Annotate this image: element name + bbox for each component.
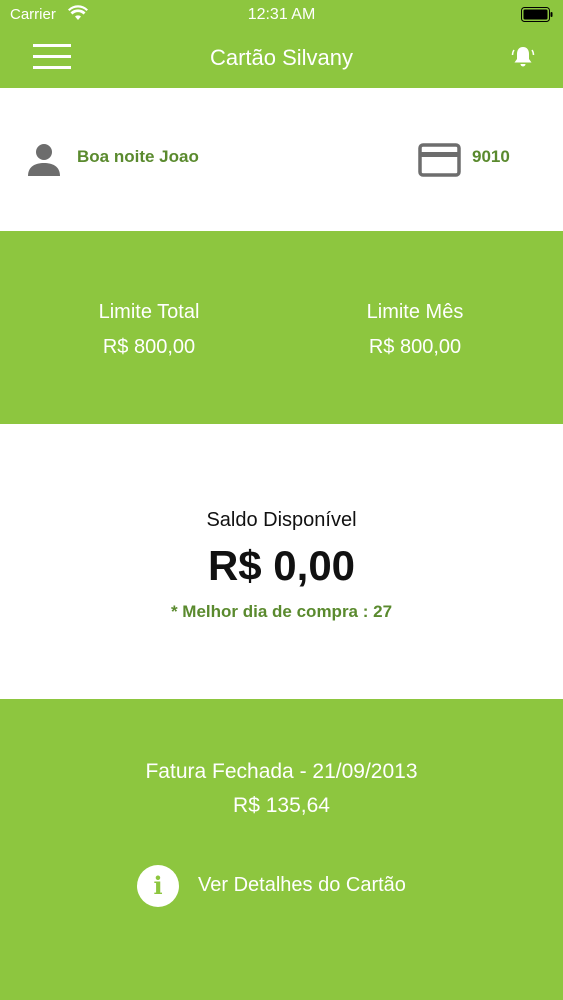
total-limit-value: R$ 800,00: [102, 336, 196, 358]
best-purchase-day: * Melhor dia de compra : 27: [170, 602, 393, 621]
balance-amount: R$ 0,00: [207, 542, 356, 589]
card-number: 9010: [472, 147, 510, 166]
info-icon: i: [137, 865, 179, 907]
credit-card-icon: [418, 143, 461, 182]
user-section: Boa noite Joao 9010: [0, 88, 563, 231]
battery-icon: [521, 7, 553, 26]
invoice-label: Fatura Fechada - 21/09/2013: [145, 760, 418, 783]
status-time: 12:31 AM: [247, 6, 316, 23]
nav-bar: Cartão Silvany: [0, 30, 563, 88]
invoice-amount: R$ 135,64: [233, 794, 330, 817]
page-title: Cartão Silvany: [209, 45, 354, 70]
bell-icon: [511, 47, 535, 67]
month-limit: Limite Mês R$ 800,00: [274, 301, 556, 359]
limits-section: Limite Total R$ 800,00 Limite Mês R$ 800…: [0, 231, 563, 424]
month-limit-value: R$ 800,00: [368, 336, 462, 358]
card-details-label: Ver Detalhes do Cartão: [198, 874, 406, 896]
greeting-text: Boa noite Joao: [77, 147, 199, 166]
balance-section: Saldo Disponível R$ 0,00 * Melhor dia de…: [0, 424, 563, 699]
month-limit-label: Limite Mês: [366, 301, 464, 323]
person-icon: [26, 142, 62, 183]
total-limit-label: Limite Total: [98, 301, 200, 323]
status-bar: Carrier 12:31 AM: [0, 0, 563, 30]
balance-label: Saldo Disponível: [206, 509, 357, 531]
notifications-button[interactable]: [511, 45, 535, 69]
total-limit: Limite Total R$ 800,00: [8, 301, 290, 359]
invoice-section: Fatura Fechada - 21/09/2013 R$ 135,64 i …: [0, 699, 563, 1000]
